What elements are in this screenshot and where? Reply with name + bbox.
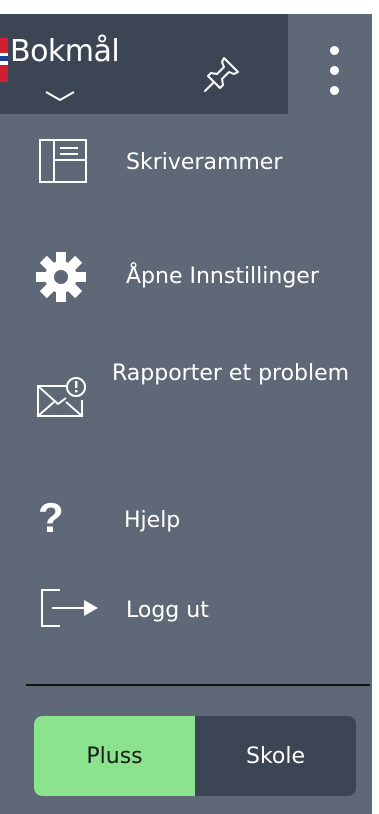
mode-toggle[interactable]: Pluss Skole	[34, 716, 356, 796]
menu-item-label: Rapporter et problem	[112, 361, 350, 386]
logout-icon	[41, 589, 98, 627]
menu-item-logout[interactable]: Logg ut	[0, 586, 372, 656]
language-header: Bokmål	[0, 14, 288, 114]
menu-item-label: Hjelp	[124, 508, 181, 533]
toggle-option-pluss[interactable]: Pluss	[34, 716, 195, 796]
menu-item-label: Åpne Innstillinger	[126, 264, 319, 289]
norway-flag-icon	[0, 38, 8, 82]
writing-frame-icon	[39, 139, 87, 183]
menu-item-skriverammer[interactable]: Skriverammer	[0, 136, 372, 206]
menu-divider	[26, 684, 370, 686]
report-mail-icon	[37, 377, 86, 417]
menu-item-report-problem[interactable]: Rapporter et problem	[0, 354, 372, 444]
language-selector[interactable]: Bokmål	[10, 34, 120, 69]
menu-item-label: Skriverammer	[126, 150, 283, 175]
menu-item-label: Logg ut	[126, 598, 209, 623]
gear-icon	[36, 252, 86, 302]
question-icon: ?	[38, 494, 64, 541]
menu-item-help[interactable]: ? Hjelp	[0, 492, 372, 562]
toggle-option-skole[interactable]: Skole	[195, 716, 356, 796]
menu-item-settings[interactable]: Åpne Innstillinger	[0, 242, 372, 312]
chevron-down-icon[interactable]	[44, 90, 76, 102]
pin-icon[interactable]	[202, 54, 242, 94]
more-vertical-icon[interactable]	[320, 40, 350, 104]
side-menu-panel: Bokmål Skriverammer Åpne Innstillinger R…	[0, 14, 372, 814]
